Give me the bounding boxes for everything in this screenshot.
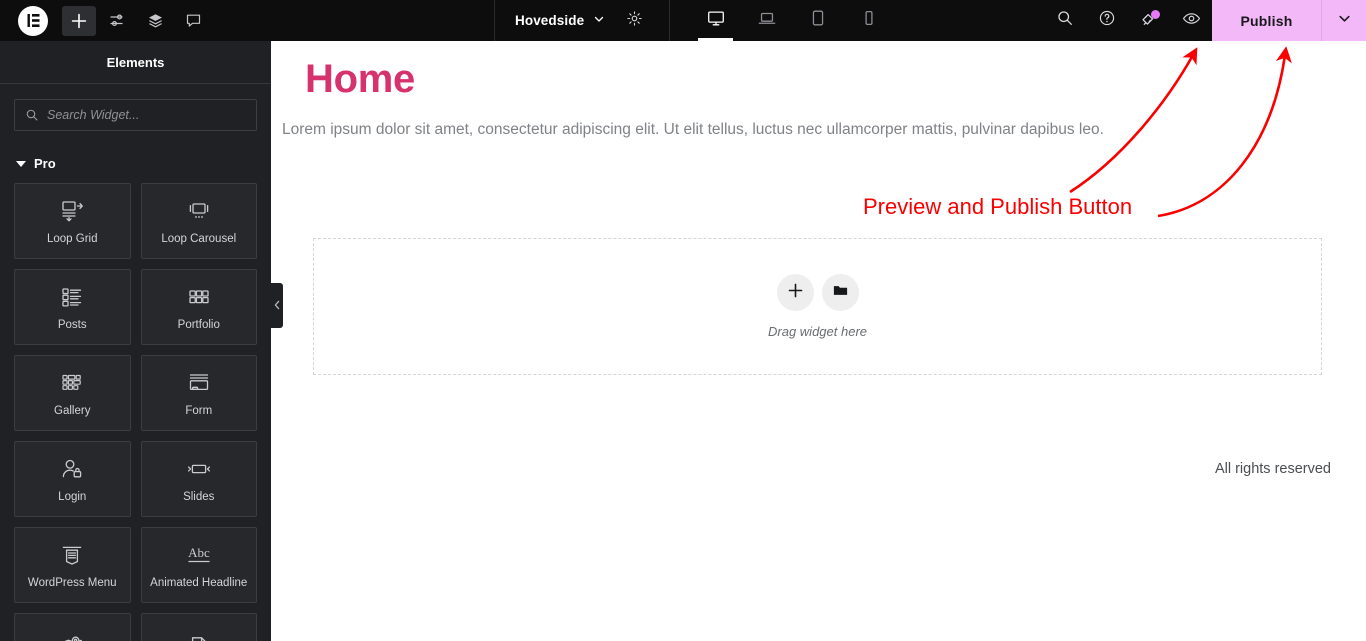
panel-collapse-handle[interactable] bbox=[271, 283, 283, 328]
divider bbox=[669, 0, 671, 41]
tablet-icon bbox=[808, 8, 828, 33]
comments-button[interactable] bbox=[176, 6, 210, 36]
device-tab-laptop[interactable] bbox=[741, 0, 792, 41]
dropzone-hint: Drag widget here bbox=[768, 324, 867, 339]
eye-icon bbox=[1182, 9, 1201, 33]
panel-body: Pro Loop Grid Loop Carousel bbox=[0, 84, 271, 641]
site-settings-button[interactable] bbox=[100, 6, 134, 36]
widget-tile-login[interactable]: Login bbox=[14, 441, 131, 517]
notification-badge-dot bbox=[1151, 10, 1160, 19]
add-template-button[interactable] bbox=[821, 274, 859, 311]
page-title: Home bbox=[305, 57, 415, 101]
chevron-down-icon bbox=[1337, 11, 1352, 31]
widget-tile-posts[interactable]: Posts bbox=[14, 269, 131, 345]
widget-tile-loop-carousel[interactable]: Loop Carousel bbox=[140, 183, 257, 259]
form-icon bbox=[186, 370, 212, 396]
widget-tile-price-list[interactable] bbox=[140, 613, 257, 641]
login-icon bbox=[59, 456, 85, 482]
svg-text:Abc: Abc bbox=[188, 545, 210, 560]
widget-tile-loop-grid[interactable]: Loop Grid bbox=[14, 183, 131, 259]
search-icon bbox=[1056, 9, 1074, 32]
mobile-icon bbox=[859, 8, 879, 33]
widget-grid: Loop Grid Loop Carousel Posts Portfolio … bbox=[14, 183, 257, 641]
widget-label: Portfolio bbox=[177, 318, 220, 331]
device-tab-mobile[interactable] bbox=[843, 0, 894, 41]
elementor-logo-icon[interactable] bbox=[18, 5, 48, 36]
widget-label: Loop Grid bbox=[46, 232, 98, 245]
widget-tile-animated-headline[interactable]: Abc Animated Headline bbox=[140, 527, 257, 603]
posts-icon bbox=[59, 284, 85, 310]
top-bar: Hovedside Publish bbox=[0, 0, 1366, 41]
gear-icon bbox=[626, 10, 643, 32]
preview-button[interactable] bbox=[1170, 0, 1212, 41]
device-tab-desktop[interactable] bbox=[690, 0, 741, 41]
page-settings-button[interactable] bbox=[615, 0, 653, 41]
top-bar-center: Hovedside bbox=[494, 0, 894, 41]
add-new-element-button[interactable] bbox=[776, 274, 814, 311]
document-name-label: Hovedside bbox=[515, 13, 585, 28]
top-bar-right-tools: Publish bbox=[1044, 0, 1366, 41]
device-tab-tablet[interactable] bbox=[792, 0, 843, 41]
annotation-label: Preview and Publish Button bbox=[863, 194, 1133, 219]
widget-tile-gallery[interactable]: Gallery bbox=[14, 355, 131, 431]
loop-grid-icon bbox=[59, 198, 85, 224]
top-bar-left-tools bbox=[0, 0, 210, 41]
portfolio-icon bbox=[186, 284, 212, 310]
page-canvas: Home Lorem ipsum dolor sit amet, consect… bbox=[271, 41, 1366, 641]
device-preview-tabs bbox=[690, 0, 894, 41]
widget-label: Gallery bbox=[54, 404, 91, 417]
widget-label: Posts bbox=[57, 318, 87, 331]
footer-copyright: All rights reserved bbox=[1214, 461, 1331, 477]
widget-label: WordPress Menu bbox=[27, 576, 117, 589]
animated-headline-icon: Abc bbox=[182, 542, 216, 568]
widget-tile-portfolio[interactable]: Portfolio bbox=[140, 269, 257, 345]
widget-dropzone[interactable]: Drag widget here bbox=[313, 238, 1322, 375]
wordpress-menu-icon bbox=[59, 542, 85, 568]
slides-icon bbox=[186, 456, 212, 482]
loop-carousel-icon bbox=[186, 198, 212, 224]
folder-icon bbox=[832, 282, 849, 304]
google-maps-icon bbox=[59, 634, 85, 641]
widget-tile-google-maps[interactable] bbox=[14, 613, 131, 641]
search-widget-input[interactable] bbox=[47, 108, 246, 122]
widget-tile-slides[interactable]: Slides bbox=[140, 441, 257, 517]
widget-label: Loop Carousel bbox=[161, 232, 237, 245]
widget-label: Slides bbox=[183, 490, 215, 503]
page-paragraph: Lorem ipsum dolor sit amet, consectetur … bbox=[282, 121, 1104, 138]
help-button[interactable] bbox=[1086, 0, 1128, 41]
panel-title: Elements bbox=[0, 41, 271, 84]
widget-label: Form bbox=[185, 404, 213, 417]
widget-tile-wordpress-menu[interactable]: WordPress Menu bbox=[14, 527, 131, 603]
section-header-pro[interactable]: Pro bbox=[16, 156, 257, 171]
elements-panel: Elements Pro Loop Grid bbox=[0, 41, 271, 641]
widget-label: Animated Headline bbox=[150, 576, 248, 589]
document-name-dropdown[interactable]: Hovedside bbox=[515, 13, 615, 28]
chevron-down-icon bbox=[593, 13, 605, 28]
gallery-icon bbox=[59, 370, 85, 396]
search-icon bbox=[25, 108, 39, 122]
desktop-icon bbox=[706, 8, 726, 33]
add-element-button[interactable] bbox=[62, 5, 96, 36]
widget-tile-form[interactable]: Form bbox=[140, 355, 257, 431]
search-widget-box[interactable] bbox=[14, 99, 257, 131]
chevron-left-icon bbox=[273, 297, 281, 315]
chevron-down-icon bbox=[16, 160, 26, 167]
publish-button[interactable]: Publish bbox=[1212, 0, 1321, 41]
navigator-button[interactable] bbox=[138, 6, 172, 36]
question-circle-icon bbox=[1098, 9, 1116, 32]
elementor-editor: Hovedside Publish Elements Search Widget… bbox=[0, 0, 1366, 641]
price-list-icon bbox=[186, 634, 212, 641]
search-button[interactable] bbox=[1044, 0, 1086, 41]
widget-label: Login bbox=[58, 490, 87, 503]
laptop-icon bbox=[757, 8, 777, 33]
dropzone-buttons bbox=[776, 274, 859, 311]
publish-options-button[interactable] bbox=[1321, 0, 1366, 41]
plus-icon bbox=[787, 282, 804, 304]
whats-new-button[interactable] bbox=[1128, 0, 1170, 41]
section-label: Pro bbox=[34, 156, 56, 171]
